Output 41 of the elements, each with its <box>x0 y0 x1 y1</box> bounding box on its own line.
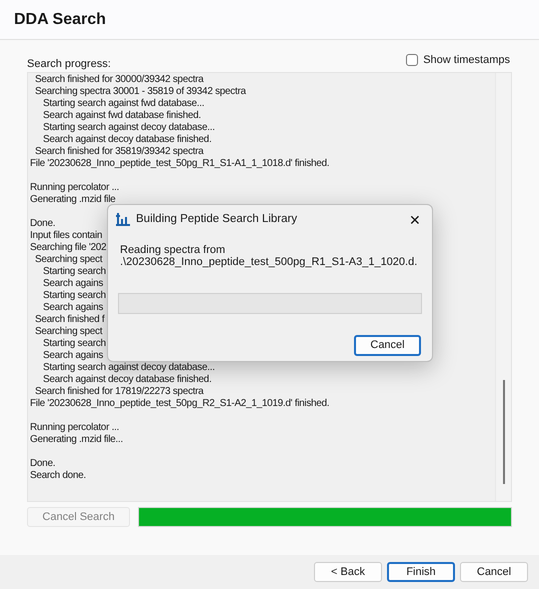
log-line: Search finished for 30000/39342 spectra <box>35 74 204 86</box>
log-line: Search agains <box>43 302 104 314</box>
log-line: File '20230628_Inno_peptide_test_50pg_R2_S1-A2_1_1019.d' finished. <box>30 398 330 410</box>
footer-button[interactable]: Cancel <box>460 562 528 582</box>
log-line: Search finished f <box>35 314 104 326</box>
dialog-message: Reading spectra from <box>120 244 226 256</box>
log-line: Starting search against decoy database... <box>43 362 215 374</box>
log-line: Generating .mzid file... <box>30 434 123 446</box>
log-line: Searching spectra 30001 - 35819 of 39342 spectra <box>35 86 246 98</box>
window-title: DDA Search <box>14 10 106 30</box>
progress-label: Search progress: <box>27 56 111 72</box>
log-line: Searching spect <box>35 326 102 338</box>
log-line: Starting search <box>43 266 106 278</box>
log-line: Starting search <box>43 290 106 302</box>
log-line: Search agains <box>43 350 104 362</box>
log-line: Running percolator ... <box>30 182 120 194</box>
log-line: Starting search against fwd database... <box>43 98 204 110</box>
close-button[interactable]: ✕ <box>404 209 426 231</box>
dialog-message: .\20230628_Inno_peptide_test_500pg_R1_S1-A3_1_1020.d. <box>120 256 418 268</box>
log-line: Search done. <box>30 470 86 482</box>
log-line: Search against decoy database finished. <box>43 134 212 146</box>
log-line: Starting search against decoy database... <box>43 122 215 134</box>
log-line: Done. <box>30 458 56 470</box>
timestamps-checkbox[interactable]: Show timestamps <box>406 52 510 68</box>
log-line: Search against decoy database finished. <box>43 374 212 386</box>
footer-button[interactable]: Finish <box>387 562 455 582</box>
log-line: Searching file '202 <box>30 242 106 254</box>
log-line: Generating .mzid file <box>30 194 116 206</box>
log-line: Search against fwd database finished. <box>43 110 201 122</box>
log-line: Input files contain <box>30 230 102 242</box>
log-line: Running percolator ... <box>30 422 120 434</box>
log-line: Starting search <box>43 338 106 350</box>
log-line: Search finished for 35819/39342 spectra <box>35 146 204 158</box>
dialog-cancel-button[interactable]: Cancel <box>354 335 421 356</box>
log-line: Done. <box>30 218 56 230</box>
log-line: Search agains <box>43 278 104 290</box>
log-line: Search finished for 17819/22273 spectra <box>35 386 204 398</box>
log-line: File '20230628_Inno_peptide_test_50pg_R1_S1-A1_1_1018.d' finished. <box>30 158 330 170</box>
footer-button[interactable]: < Back <box>314 562 382 582</box>
log-line: Searching spect <box>35 254 102 266</box>
dialog-title: Building Peptide Search Library <box>136 212 298 228</box>
